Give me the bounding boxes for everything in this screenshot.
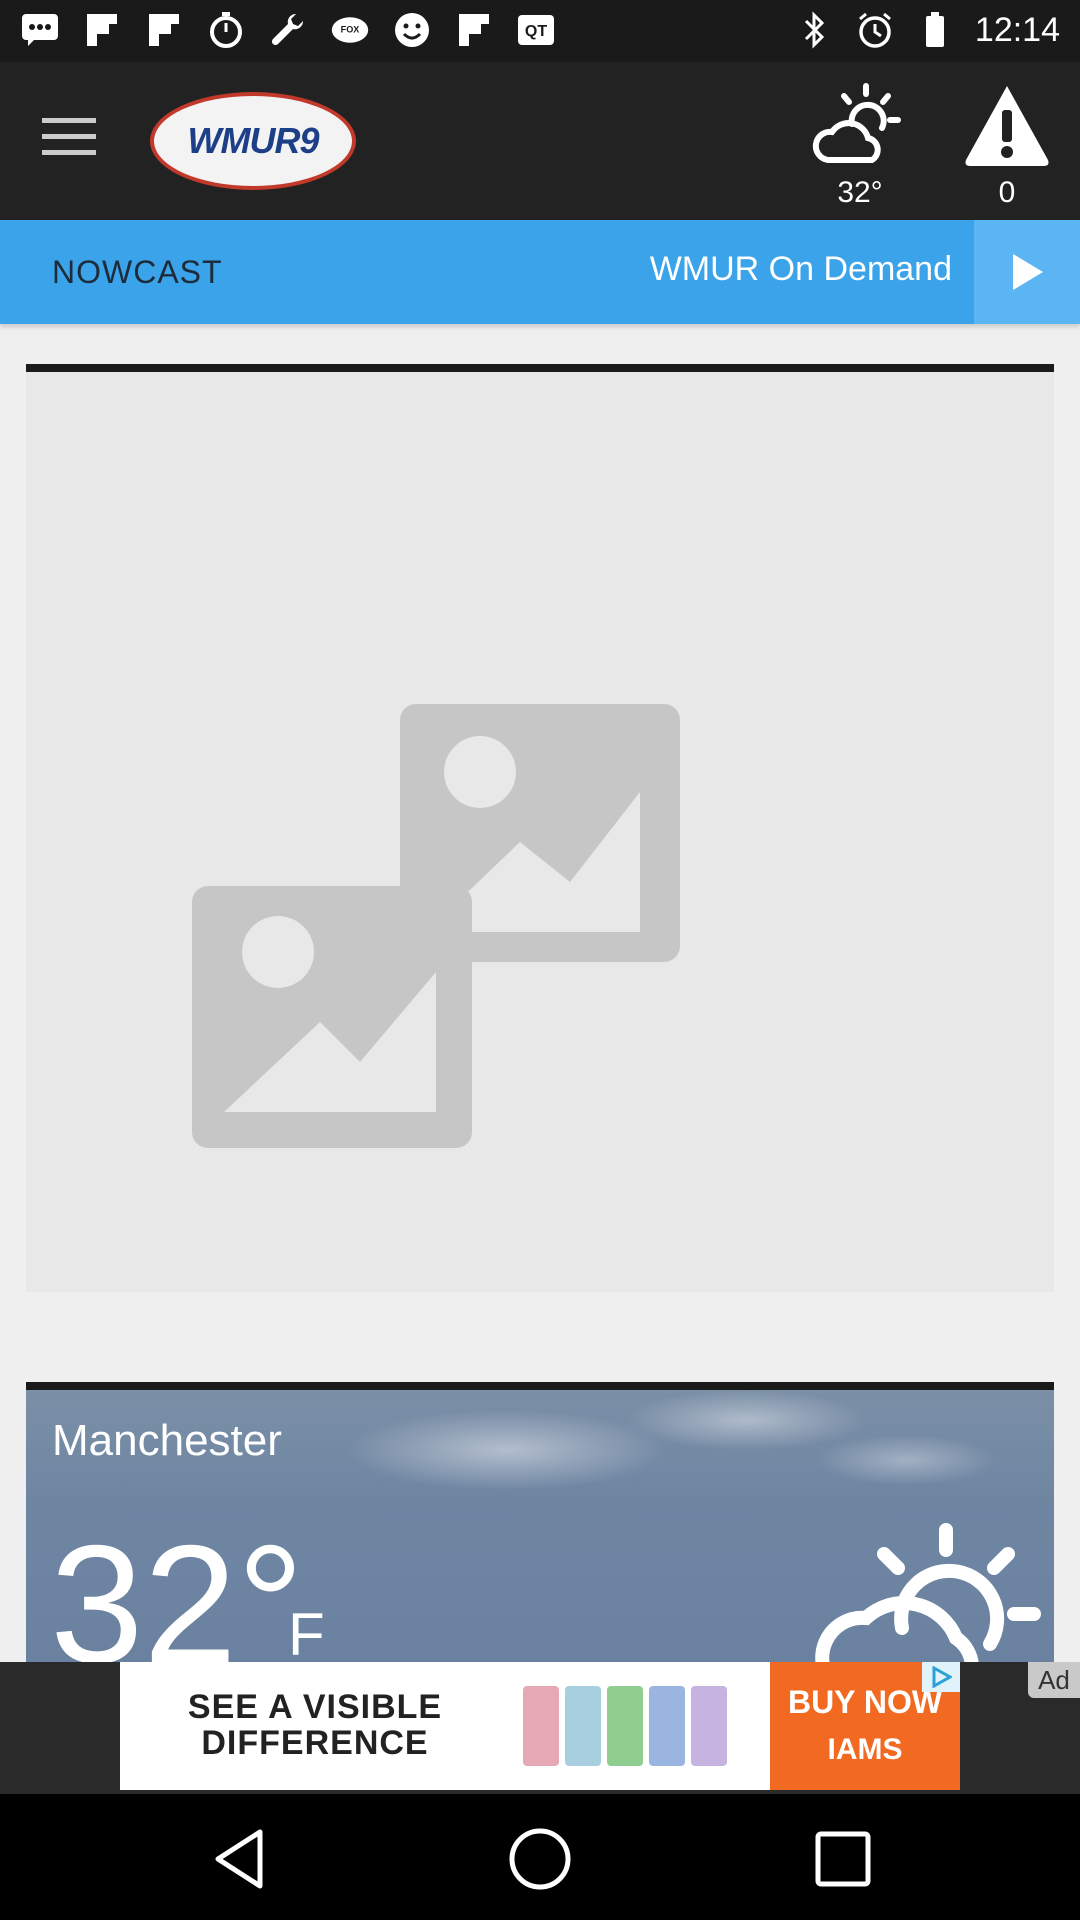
bluetooth-icon [795,10,835,50]
svg-text:QT: QT [525,23,547,40]
tab-nowcast[interactable]: NOWCAST [52,254,223,291]
partly-cloudy-icon [812,83,901,163]
home-icon[interactable] [505,1824,575,1894]
ad-choices-icon[interactable] [922,1662,960,1692]
warning-icon [965,86,1049,166]
alarm-icon [855,10,895,50]
partly-cloudy-icon [815,1523,1041,1662]
ad-banner[interactable]: SEE A VISIBLE DIFFERENCE BUY NOW IAMS [120,1662,960,1790]
wrench-icon [268,10,308,50]
wmur-logo[interactable]: WMUR9 [150,92,356,190]
navigation-bar [0,1794,1080,1920]
ad-brand: IAMS [827,1733,903,1766]
back-icon[interactable] [206,1824,276,1894]
flipboard-icon [454,10,494,50]
ad-headline: SEE A VISIBLE DIFFERENCE [187,1688,443,1762]
image-placeholder-icon [190,702,686,1155]
app-header: WMUR9 32° 0 [0,62,1080,220]
ad-label: Ad [1028,1662,1080,1698]
flipboard-icon [144,10,184,50]
alert-count: 0 [998,176,1016,209]
weather-card[interactable]: Manchester 32° F [26,1382,1054,1662]
recents-icon[interactable] [808,1824,878,1894]
smiley-icon [392,10,432,50]
hamburger-menu-icon[interactable] [42,118,96,162]
logo-text: WMUR9 [187,120,320,161]
weather-temperature: 32° [50,1510,305,1662]
tab-on-demand[interactable]: WMUR On Demand [650,250,952,289]
play-button[interactable] [974,220,1080,324]
fox-sports-icon: FOX [330,10,370,50]
status-bar: FOX QT 12:14 [0,0,1080,62]
svg-text:FOX: FOX [341,25,360,35]
stopwatch-icon [206,10,246,50]
play-icon [1013,254,1043,290]
system-status: 12:14 [795,10,1060,50]
notification-icons: FOX QT [20,10,556,50]
ad-bar: SEE A VISIBLE DIFFERENCE BUY NOW IAMS Ad [0,1662,1080,1794]
weather-widget[interactable]: 32° [810,80,910,210]
ad-product-images [510,1683,740,1769]
temperature-unit: F [288,1601,325,1662]
weather-city: Manchester [52,1416,282,1465]
battery-icon [915,10,955,50]
header-temperature: 32° [837,176,883,209]
clock-time: 12:14 [974,10,1060,49]
flipboard-icon [82,10,122,50]
video-card[interactable] [26,364,1054,1292]
chat-icon [20,10,60,50]
tab-bar: NOWCAST WMUR On Demand [0,220,1080,324]
qt-icon: QT [516,10,556,50]
alerts-widget[interactable]: 0 [962,80,1052,210]
